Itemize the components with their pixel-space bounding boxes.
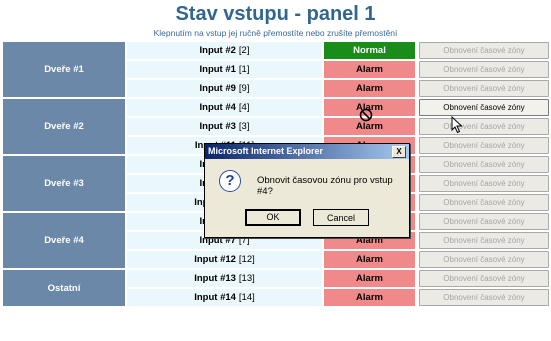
page-subtitle: Klepnutím na vstup jej ručně přemostíte … <box>153 28 398 38</box>
door-group-label: Dveře #3 <box>3 156 125 211</box>
refresh-time-zone-button[interactable]: Obnovení časové zóny <box>419 118 549 135</box>
input-code: [9] <box>238 83 250 94</box>
refresh-time-zone-button[interactable]: Obnovení časové zóny <box>419 99 549 116</box>
input-code: [13] <box>238 273 255 284</box>
input-cell[interactable]: Input #1 [1] <box>127 61 322 78</box>
status-badge: Alarm <box>324 251 415 268</box>
mouse-pointer-icon <box>451 116 463 134</box>
button-cell: Obnovení časové zóny <box>417 270 551 287</box>
table-row: Dveře #2 Input #4 [4] Alarm Obnovení časové … <box>3 99 551 154</box>
refresh-time-zone-button[interactable]: Obnovení časové zóny <box>419 213 549 230</box>
input-name: Input #4 <box>199 102 236 113</box>
page-title: Stav vstupu - panel 1 <box>175 3 376 25</box>
input-name: Input #12 <box>194 254 236 265</box>
status-badge: Alarm <box>324 61 415 78</box>
refresh-time-zone-button[interactable]: Obnovení časové zóny <box>419 194 549 211</box>
input-name: Input #1 <box>199 64 236 75</box>
door-group-label: Ostatní <box>3 270 125 306</box>
input-name: Input #13 <box>194 273 236 284</box>
status-badge: Alarm <box>324 80 415 97</box>
input-name: Input #14 <box>194 292 236 303</box>
input-cell[interactable]: Input #14 [14] <box>127 289 322 306</box>
refresh-time-zone-button[interactable]: Obnovení časové zóny <box>419 270 549 287</box>
ok-button[interactable]: OK <box>245 209 301 226</box>
button-cell: Obnovení časové zóny <box>417 137 551 154</box>
input-code: [1] <box>238 64 250 75</box>
table-row: Dveře #1 Input #2 [2] Normal Obnovení časové… <box>3 42 551 97</box>
button-cell: Obnovení časové zóny <box>417 232 551 249</box>
refresh-time-zone-button[interactable]: Obnovení časové zóny <box>419 61 549 78</box>
refresh-time-zone-button[interactable]: Obnovení časové zóny <box>419 80 549 97</box>
status-badge: Alarm <box>324 289 415 306</box>
button-cell: Obnovení časové zóny <box>417 289 551 306</box>
question-icon: ? <box>219 170 241 192</box>
input-cell[interactable]: Input #4 [4] <box>127 99 322 116</box>
refresh-time-zone-button[interactable]: Obnovení časové zóny <box>419 232 549 249</box>
status-badge: Alarm <box>324 270 415 287</box>
refresh-time-zone-button[interactable]: Obnovení časové zóny <box>419 156 549 173</box>
input-name: Input #2 <box>199 45 236 56</box>
input-code: [14] <box>238 292 255 303</box>
dialog-message: Obnovit časovou zónu pro vstup #4? <box>257 175 393 197</box>
input-cell[interactable]: Input #9 [9] <box>127 80 322 97</box>
dialog-close-button[interactable]: X <box>392 146 406 158</box>
input-cell[interactable]: Input #12 [12] <box>127 251 322 268</box>
button-cell: Obnovení časové zóny <box>417 61 551 78</box>
cancel-button[interactable]: Cancel <box>313 209 369 226</box>
button-cell: Obnovení časové zóny <box>417 80 551 97</box>
button-cell: Obnovení časové zóny <box>417 42 551 59</box>
input-name: Input #9 <box>199 83 236 94</box>
confirm-dialog: Microsoft Internet Explorer X ? Obnovit … <box>204 143 410 238</box>
status-badge: Normal <box>324 42 415 59</box>
refresh-time-zone-button[interactable]: Obnovení časové zóny <box>419 251 549 268</box>
refresh-time-zone-button[interactable]: Obnovení časové zóny <box>419 137 549 154</box>
button-cell: Obnovení časové zóny <box>417 194 551 211</box>
button-cell: Obnovení časové zóny <box>417 99 551 116</box>
door-group-label: Dveře #2 <box>3 99 125 154</box>
door-group-label: Dveře #1 <box>3 42 125 97</box>
button-cell: Obnovení časové zóny <box>417 118 551 135</box>
refresh-time-zone-button[interactable]: Obnovení časové zóny <box>419 42 549 59</box>
button-cell: Obnovení časové zóny <box>417 213 551 230</box>
input-name: Input #3 <box>199 121 236 132</box>
button-cell: Obnovení časové zóny <box>417 175 551 192</box>
refresh-time-zone-button[interactable]: Obnovení časové zóny <box>419 289 549 306</box>
input-code: [2] <box>238 45 250 56</box>
input-cell[interactable]: Input #3 [3] <box>127 118 322 135</box>
input-code: [4] <box>238 102 250 113</box>
table-row: Ostatní Input #13 [13] Alarm Obnovení časové… <box>3 270 551 306</box>
input-code: [12] <box>238 254 255 265</box>
dialog-title: Microsoft Internet Explorer <box>205 144 409 159</box>
input-code: [3] <box>238 121 250 132</box>
door-group-label: Dveře #4 <box>3 213 125 268</box>
input-cell[interactable]: Input #2 [2] <box>127 42 322 59</box>
button-cell: Obnovení časové zóny <box>417 156 551 173</box>
button-cell: Obnovení časové zóny <box>417 251 551 268</box>
not-allowed-cursor-icon <box>359 108 373 122</box>
refresh-time-zone-button[interactable]: Obnovení časové zóny <box>419 175 549 192</box>
input-cell[interactable]: Input #13 [13] <box>127 270 322 287</box>
